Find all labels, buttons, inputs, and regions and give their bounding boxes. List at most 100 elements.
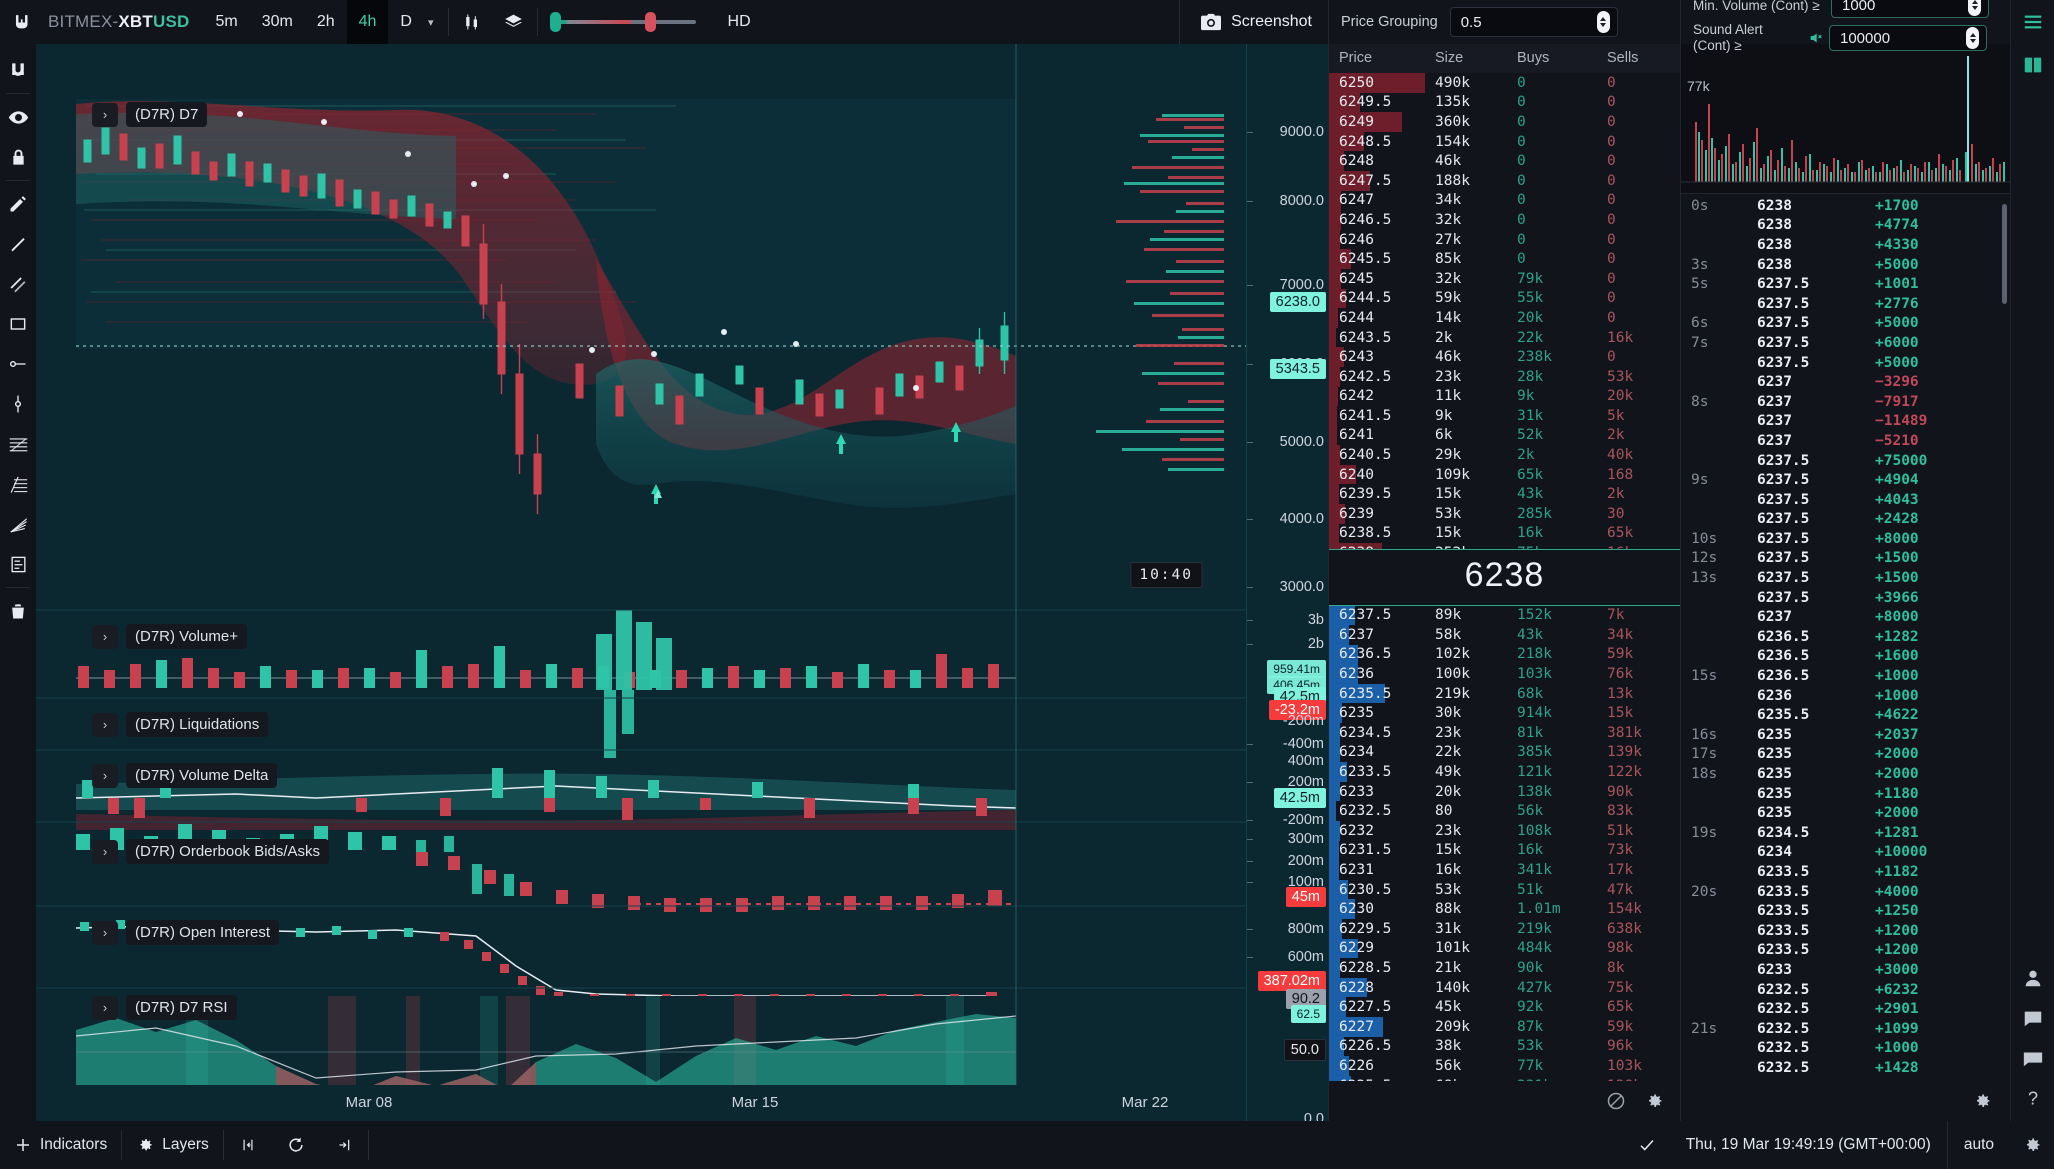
- pane-label-liquidations[interactable]: › (D7R) Liquidations: [92, 712, 269, 737]
- note-tool[interactable]: [0, 544, 36, 584]
- orderbook-row[interactable]: 6235.5 219k 68k 13k: [1329, 683, 1680, 704]
- range-slider[interactable]: [540, 0, 710, 44]
- chevron-right-icon[interactable]: ›: [92, 624, 118, 649]
- trade-row[interactable]: 6237 −5210: [1681, 431, 2010, 451]
- trash-tool[interactable]: [0, 591, 36, 631]
- pane-label-d7[interactable]: › (D7R) D7: [92, 102, 208, 127]
- orderbook-row[interactable]: 6243.5 2k 22k 16k: [1329, 327, 1680, 348]
- trade-row[interactable]: 3s 6238 +5000: [1681, 255, 2010, 275]
- orderbook-row[interactable]: 6227 209k 87k 59k: [1329, 1016, 1680, 1037]
- trade-row[interactable]: 6237.5 +2428: [1681, 510, 2010, 530]
- orderbook-row[interactable]: 6231.5 15k 16k 73k: [1329, 840, 1680, 861]
- help-icon[interactable]: ?: [2022, 1087, 2044, 1109]
- orderbook-row[interactable]: 6238.5 15k 16k 65k: [1329, 523, 1680, 544]
- fit-left-button[interactable]: [224, 1121, 272, 1169]
- trade-row[interactable]: 6238 +4774: [1681, 216, 2010, 236]
- sound-alert-stepper[interactable]: [1966, 27, 1979, 49]
- vertical-line-tool[interactable]: [0, 384, 36, 424]
- orderbook-row[interactable]: 6233.5 49k 121k 122k: [1329, 762, 1680, 782]
- trade-row[interactable]: 15s 6236.5 +1000: [1681, 666, 2010, 686]
- orderbook-row[interactable]: 6242 11k 9k 20k: [1329, 386, 1680, 407]
- pencil-tool[interactable]: [0, 184, 36, 224]
- fib-retracement-tool[interactable]: [0, 424, 36, 464]
- timeframe-D[interactable]: D: [388, 1, 424, 43]
- min-volume-input[interactable]: 1000: [1831, 0, 1989, 19]
- orderbook-row[interactable]: 6233 20k 138k 90k: [1329, 781, 1680, 802]
- orderbook-row[interactable]: 6246.5 32k 0 0: [1329, 210, 1680, 230]
- chevron-right-icon[interactable]: ›: [92, 102, 118, 127]
- parallel-channel-tool[interactable]: [0, 264, 36, 304]
- price-axis[interactable]: 9000.0 8000.0 7000.0 6000.0 5000.0 4000.…: [1246, 44, 1328, 1121]
- hd-toggle[interactable]: HD: [710, 13, 769, 31]
- orderbook-row[interactable]: 6237 58k 43k 34k: [1329, 625, 1680, 645]
- trade-row[interactable]: 6237 −3296: [1681, 372, 2010, 392]
- time-axis[interactable]: Mar 08 Mar 15 Mar 22: [36, 1085, 1246, 1121]
- sync-check[interactable]: [1624, 1121, 1670, 1169]
- trade-row[interactable]: 12s 6237.5 +1500: [1681, 549, 2010, 569]
- orderbook-row[interactable]: 6245 32k 79k 0: [1329, 268, 1680, 289]
- trade-row[interactable]: 6237.5 +4043: [1681, 490, 2010, 510]
- orderbook-row[interactable]: 6237.5 89k 152k 7k: [1329, 605, 1680, 626]
- orderbook-row[interactable]: 6229 101k 484k 98k: [1329, 938, 1680, 959]
- orderbook-row[interactable]: 6235 30k 914k 15k: [1329, 703, 1680, 724]
- horizontal-ray-tool[interactable]: [0, 344, 36, 384]
- trade-row[interactable]: 9s 6237.5 +4904: [1681, 470, 2010, 490]
- trade-row[interactable]: 6237.5 +5000: [1681, 353, 2010, 373]
- pane-label-open-interest[interactable]: › (D7R) Open Interest: [92, 920, 280, 945]
- trade-row[interactable]: 6s 6237.5 +5000: [1681, 314, 2010, 334]
- trade-row[interactable]: 6237.5 +2776: [1681, 294, 2010, 314]
- trade-row[interactable]: 6237 −11489: [1681, 412, 2010, 432]
- timeframe-4h[interactable]: 4h: [346, 0, 389, 44]
- trendline-tool[interactable]: [0, 224, 36, 264]
- orderbook-row[interactable]: 6247.5 188k 0 0: [1329, 170, 1680, 191]
- orderbook-bids[interactable]: 6237.5 89k 152k 7k 6237 58k 43k 34k 6236.5 102k 21…: [1329, 605, 1680, 1081]
- trade-row[interactable]: 6234 +10000: [1681, 843, 2010, 863]
- go-right-button[interactable]: [320, 1121, 368, 1169]
- orderbook-row[interactable]: 6240 109k 65k 168: [1329, 464, 1680, 485]
- chart-area[interactable]: › (D7R) D7 › (D7R) Volume+ › (D7R) Liqui…: [36, 44, 1328, 1121]
- gear-icon[interactable]: [1644, 1091, 1664, 1111]
- orderbook-row[interactable]: 6226.5 38k 53k 96k: [1329, 1036, 1680, 1057]
- trade-row[interactable]: 6233.5 +1200: [1681, 921, 2010, 941]
- chevron-right-icon[interactable]: ›: [92, 920, 118, 945]
- gear-icon[interactable]: [1972, 1091, 1992, 1111]
- chevron-right-icon[interactable]: ›: [92, 839, 118, 864]
- orderbook-row[interactable]: 6248.5 154k 0 0: [1329, 131, 1680, 152]
- trade-row[interactable]: 6232.5 +6232: [1681, 980, 2010, 1000]
- chevron-right-icon[interactable]: ›: [92, 763, 118, 788]
- trade-row[interactable]: 8s 6237 −7917: [1681, 392, 2010, 412]
- orderbook-row[interactable]: 6245.5 85k 0 0: [1329, 249, 1680, 269]
- chevron-right-icon[interactable]: ›: [92, 995, 118, 1020]
- trade-row[interactable]: 6237 +8000: [1681, 607, 2010, 627]
- orderbook-row[interactable]: 6249 360k 0 0: [1329, 112, 1680, 132]
- orderbook-asks[interactable]: 6250 490k 0 0 6249.5 135k 0 0 6249 360k 0 0 6248.5 15…: [1329, 73, 1680, 549]
- trade-row[interactable]: 6237.5 +3966: [1681, 588, 2010, 608]
- trade-row[interactable]: 5s 6237.5 +1001: [1681, 274, 2010, 294]
- sound-alert-input[interactable]: 100000: [1829, 25, 1987, 51]
- trade-row[interactable]: 6232.5 +1428: [1681, 1058, 2010, 1078]
- slider-handle-left[interactable]: [549, 12, 561, 32]
- reset-button[interactable]: [272, 1121, 320, 1169]
- timeframe-30m[interactable]: 30m: [250, 1, 305, 43]
- trade-row[interactable]: 6236 +1000: [1681, 686, 2010, 706]
- chart-type-button[interactable]: [451, 0, 493, 44]
- trade-row[interactable]: 7s 6237.5 +6000: [1681, 333, 2010, 353]
- trade-row[interactable]: 6237.5 +75000: [1681, 451, 2010, 471]
- orderbook-row[interactable]: 6243 46k 238k 0: [1329, 347, 1680, 367]
- orderbook-row[interactable]: 6241.5 9k 31k 5k: [1329, 406, 1680, 426]
- orderbook-row[interactable]: 6244.5 59k 55k 0: [1329, 288, 1680, 309]
- trade-row[interactable]: 6233.5 +1250: [1681, 901, 2010, 921]
- symbol-selector[interactable]: BITMEX-XBTUSD: [44, 12, 203, 32]
- orderbook-panel[interactable]: Price Size Buys Sells 6250 490k 0 0 6249.5 13…: [1328, 44, 1680, 1121]
- tape-scrollbar[interactable]: [2002, 204, 2007, 304]
- magnet-tool[interactable]: [0, 50, 36, 90]
- orderbook-row[interactable]: 6236.5 102k 218k 59k: [1329, 644, 1680, 665]
- trade-row[interactable]: 6236.5 +1282: [1681, 627, 2010, 647]
- pane-label-volume[interactable]: › (D7R) Volume+: [92, 624, 247, 649]
- orderbook-row[interactable]: 6249.5 135k 0 0: [1329, 92, 1680, 113]
- timeframe-2h[interactable]: 2h: [305, 1, 347, 43]
- screenshot-button[interactable]: Screenshot: [1179, 0, 1328, 44]
- orderbook-row[interactable]: 6242.5 23k 28k 53k: [1329, 366, 1680, 387]
- price-grouping-input[interactable]: 0.5: [1449, 7, 1618, 37]
- orderbook-row[interactable]: 6240.5 29k 2k 40k: [1329, 445, 1680, 465]
